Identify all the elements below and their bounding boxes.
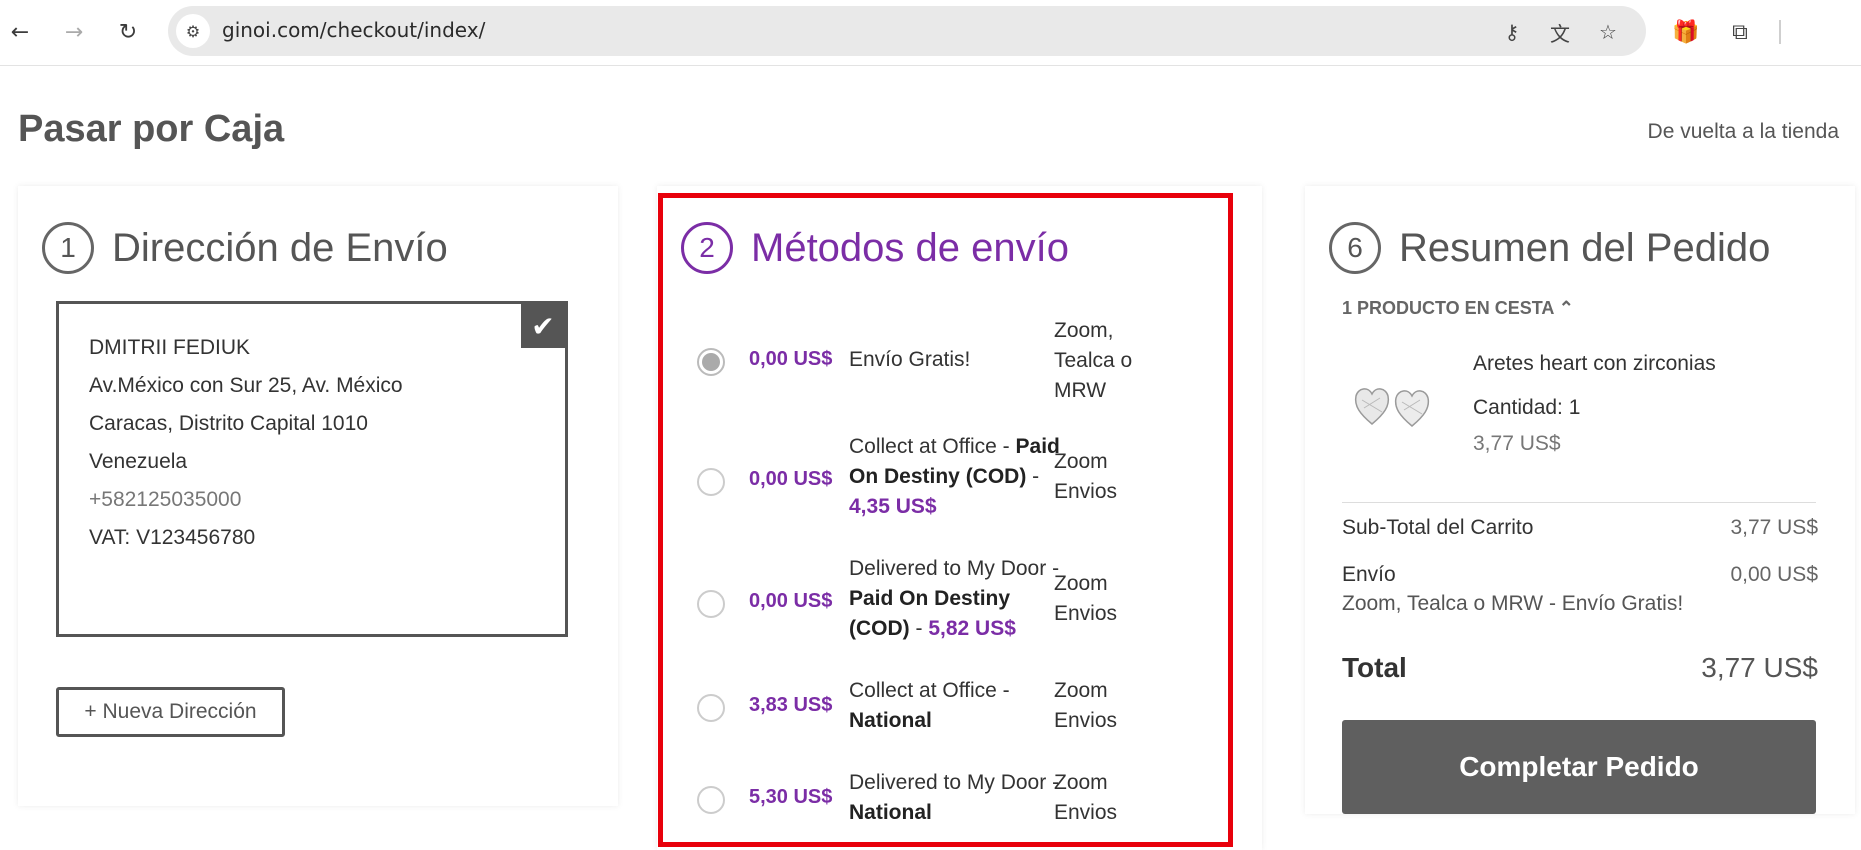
address-city: Caracas, Distrito Capital 1010 — [89, 412, 368, 435]
gift-icon[interactable]: 🎁 — [1670, 16, 1702, 48]
check-icon: ✔ — [521, 304, 565, 348]
extensions-icon[interactable]: ⧉ — [1724, 16, 1756, 48]
total-value: 3,77 US$ — [1701, 652, 1818, 683]
order-summary-header: 6 Resumen del Pedido — [1329, 222, 1770, 274]
product-name: Aretes heart con zirconias — [1473, 352, 1716, 375]
url-text[interactable]: ginoi.com/checkout/index/ — [222, 18, 485, 42]
complete-order-button[interactable]: Completar Pedido — [1342, 720, 1816, 814]
site-settings-icon[interactable]: ⚙ — [176, 14, 210, 48]
shipping-address-header: 1 Dirección de Envío — [42, 222, 448, 274]
product-quantity: Cantidad: 1 — [1473, 396, 1581, 419]
highlight-box — [658, 193, 1233, 847]
order-summary-panel: 6 Resumen del Pedido 1 PRODUCTO EN CESTA… — [1305, 186, 1855, 814]
shipping-value: 0,00 US$ — [1730, 563, 1818, 586]
product-price: 3,77 US$ — [1473, 432, 1561, 455]
total-label: Total — [1342, 652, 1407, 683]
summary-divider — [1342, 502, 1816, 503]
back-icon[interactable]: ← — [2, 14, 38, 50]
shipping-method-summary: Zoom, Tealca o MRW - Envío Gratis! — [1342, 592, 1684, 615]
step-number: 1 — [42, 222, 94, 274]
step-number: 6 — [1329, 222, 1381, 274]
password-key-icon[interactable]: ⚷ — [1498, 18, 1526, 46]
product-image — [1354, 388, 1430, 427]
address-bar[interactable]: ⚙ ginoi.com/checkout/index/ ⚷ 文 ☆ — [168, 6, 1646, 56]
section-title: Dirección de Envío — [112, 225, 448, 270]
subtotal-value: 3,77 US$ — [1730, 516, 1818, 539]
address-street: Av.México con Sur 25, Av. México — [89, 374, 403, 397]
page-title: Pasar por Caja — [18, 108, 285, 150]
section-title: Resumen del Pedido — [1399, 225, 1771, 270]
new-address-button[interactable]: + Nueva Dirección — [56, 687, 285, 737]
toolbar-divider — [1779, 20, 1781, 44]
reload-icon[interactable]: ↻ — [110, 14, 146, 50]
shipping-address-panel: 1 Dirección de Envío ✔ DMITRII FEDIUK Av… — [18, 186, 618, 806]
subtotal-label: Sub-Total del Carrito — [1342, 516, 1534, 539]
address-name: DMITRII FEDIUK — [89, 336, 250, 359]
basket-toggle[interactable]: 1 PRODUCTO EN CESTA ⌃ — [1342, 298, 1574, 319]
address-country: Venezuela — [89, 450, 188, 473]
shipping-label: Envío — [1342, 563, 1396, 586]
address-phone: +582125035000 — [89, 488, 242, 511]
bookmark-star-icon[interactable]: ☆ — [1594, 18, 1622, 46]
translate-icon[interactable]: 文 — [1546, 18, 1574, 46]
forward-icon[interactable]: → — [56, 14, 92, 50]
back-to-store-link[interactable]: De vuelta a la tienda — [1648, 120, 1839, 144]
selected-address-card[interactable]: ✔ DMITRII FEDIUK Av.México con Sur 25, A… — [56, 301, 568, 637]
browser-toolbar: ← → ↻ ⚙ ginoi.com/checkout/index/ ⚷ 文 ☆ … — [0, 0, 1861, 66]
chevron-up-icon: ⌃ — [1558, 298, 1574, 318]
address-vat: VAT: V123456780 — [89, 526, 256, 549]
